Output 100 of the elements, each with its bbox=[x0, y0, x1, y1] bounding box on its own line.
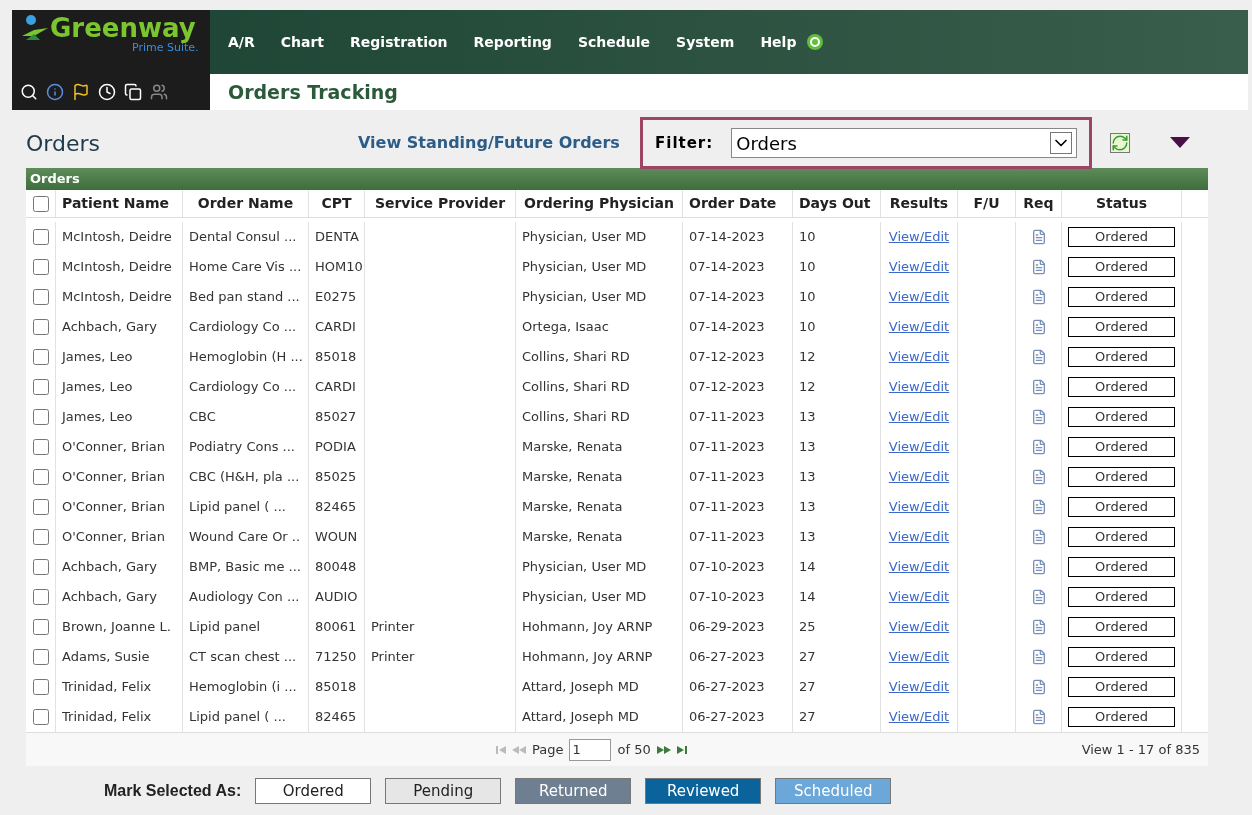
view-edit-link[interactable]: View/Edit bbox=[888, 617, 950, 637]
document-icon[interactable] bbox=[1030, 679, 1047, 695]
document-icon[interactable] bbox=[1030, 529, 1047, 545]
document-icon[interactable] bbox=[1030, 619, 1047, 635]
view-edit-link[interactable]: View/Edit bbox=[888, 347, 950, 367]
document-icon[interactable] bbox=[1030, 409, 1047, 425]
table-cell-text: Achbach, Gary bbox=[62, 558, 157, 577]
column-header[interactable]: Service Provider bbox=[365, 190, 516, 217]
view-edit-link[interactable]: View/Edit bbox=[888, 677, 950, 697]
standing-orders-link[interactable]: View Standing/Future Orders bbox=[358, 131, 640, 155]
document-icon[interactable] bbox=[1030, 289, 1047, 305]
page-input[interactable]: 1 bbox=[569, 738, 612, 761]
document-icon[interactable] bbox=[1030, 319, 1047, 335]
row-checkbox[interactable] bbox=[32, 229, 49, 245]
row-checkbox[interactable] bbox=[32, 319, 49, 335]
view-edit-link[interactable]: View/Edit bbox=[888, 407, 950, 427]
row-checkbox[interactable] bbox=[32, 289, 49, 305]
flag-icon[interactable] bbox=[72, 83, 90, 101]
column-header[interactable]: Status bbox=[1062, 190, 1182, 217]
menu-item[interactable]: Chart bbox=[280, 31, 325, 53]
column-header[interactable]: Req bbox=[1016, 190, 1062, 217]
status-box: Ordered bbox=[1068, 347, 1175, 367]
column-header[interactable]: Results bbox=[881, 190, 958, 217]
menu-item[interactable]: Schedule bbox=[577, 31, 651, 53]
table-cell-text: 10 bbox=[799, 318, 816, 337]
users-icon[interactable] bbox=[150, 83, 168, 101]
mark-status-button[interactable]: Ordered bbox=[255, 778, 372, 804]
row-checkbox[interactable] bbox=[32, 469, 49, 485]
view-edit-link[interactable]: View/Edit bbox=[888, 437, 950, 457]
row-checkbox[interactable] bbox=[32, 529, 49, 545]
table-cell-text: 07-14-2023 bbox=[689, 228, 765, 247]
document-icon[interactable] bbox=[1030, 709, 1047, 725]
view-edit-link[interactable]: View/Edit bbox=[888, 557, 950, 577]
view-edit-link[interactable]: View/Edit bbox=[888, 497, 950, 517]
logo-name: Greenway bbox=[50, 14, 196, 42]
last-page-icon[interactable] bbox=[676, 745, 687, 754]
document-icon[interactable] bbox=[1030, 379, 1047, 395]
document-icon[interactable] bbox=[1030, 229, 1047, 245]
view-edit-link[interactable]: View/Edit bbox=[888, 227, 950, 247]
table-cell-text: McIntosh, Deidre bbox=[62, 228, 172, 247]
page-label: Page bbox=[532, 740, 564, 759]
menu-item[interactable]: System bbox=[676, 31, 735, 53]
table-cell-text: 07-14-2023 bbox=[689, 258, 765, 277]
menu-item[interactable]: Help bbox=[760, 31, 797, 53]
row-checkbox[interactable] bbox=[32, 709, 49, 725]
document-icon[interactable] bbox=[1030, 499, 1047, 515]
column-header[interactable]: Order Name bbox=[183, 190, 309, 217]
row-checkbox[interactable] bbox=[32, 439, 49, 455]
column-header[interactable]: Ordering Physician bbox=[516, 190, 683, 217]
row-checkbox[interactable] bbox=[32, 559, 49, 575]
column-header[interactable]: Patient Name bbox=[56, 190, 183, 217]
dropdown-triangle-icon[interactable] bbox=[1170, 137, 1190, 149]
document-icon[interactable] bbox=[1030, 559, 1047, 575]
column-header[interactable]: F/U bbox=[958, 190, 1016, 217]
search-icon[interactable] bbox=[20, 83, 38, 101]
mark-status-button[interactable]: Reviewed bbox=[645, 778, 762, 804]
document-icon[interactable] bbox=[1030, 589, 1047, 605]
document-icon[interactable] bbox=[1030, 259, 1047, 275]
menu-item[interactable]: Reporting bbox=[473, 31, 552, 53]
document-icon[interactable] bbox=[1030, 349, 1047, 365]
help-icon[interactable] bbox=[806, 33, 825, 51]
clock-icon[interactable] bbox=[98, 83, 116, 101]
info-icon[interactable] bbox=[46, 83, 64, 101]
row-checkbox[interactable] bbox=[32, 349, 49, 365]
status-box: Ordered bbox=[1068, 377, 1175, 397]
document-icon[interactable] bbox=[1030, 439, 1047, 455]
filter-dropdown[interactable]: Orders bbox=[731, 128, 1077, 158]
row-checkbox[interactable] bbox=[32, 379, 49, 395]
refresh-icon[interactable] bbox=[1110, 133, 1130, 153]
view-edit-link[interactable]: View/Edit bbox=[888, 287, 950, 307]
menu-item[interactable]: A/R bbox=[228, 31, 255, 53]
view-edit-link[interactable]: View/Edit bbox=[888, 317, 950, 337]
view-edit-link[interactable]: View/Edit bbox=[888, 587, 950, 607]
menu-item[interactable]: Registration bbox=[350, 31, 448, 53]
document-icon[interactable] bbox=[1030, 469, 1047, 485]
copy-icon[interactable] bbox=[124, 83, 142, 101]
view-edit-link[interactable]: View/Edit bbox=[888, 257, 950, 277]
row-checkbox[interactable] bbox=[32, 409, 49, 425]
row-checkbox[interactable] bbox=[32, 499, 49, 515]
view-edit-link[interactable]: View/Edit bbox=[888, 647, 950, 667]
view-edit-link[interactable]: View/Edit bbox=[888, 527, 950, 547]
view-edit-link[interactable]: View/Edit bbox=[888, 467, 950, 487]
row-checkbox[interactable] bbox=[32, 679, 49, 695]
row-checkbox[interactable] bbox=[32, 589, 49, 605]
row-checkbox[interactable] bbox=[32, 259, 49, 275]
table-cell-text: CT scan chest ... bbox=[189, 648, 297, 667]
column-header[interactable]: CPT bbox=[309, 190, 365, 217]
mark-status-button[interactable]: Returned bbox=[515, 778, 632, 804]
document-icon[interactable] bbox=[1030, 649, 1047, 665]
column-header[interactable]: Days Out bbox=[793, 190, 881, 217]
view-edit-link[interactable]: View/Edit bbox=[888, 707, 950, 727]
mark-status-button[interactable]: Pending bbox=[385, 778, 502, 804]
logo[interactable]: Greenway Prime Suite. bbox=[12, 10, 210, 74]
row-checkbox[interactable] bbox=[32, 619, 49, 635]
select-all-checkbox[interactable] bbox=[32, 195, 49, 212]
column-header[interactable]: Order Date bbox=[683, 190, 793, 217]
table-cell-text: O'Conner, Brian bbox=[62, 498, 165, 517]
next-page-icon[interactable] bbox=[656, 745, 671, 754]
row-checkbox[interactable] bbox=[32, 649, 49, 665]
view-edit-link[interactable]: View/Edit bbox=[888, 377, 950, 397]
